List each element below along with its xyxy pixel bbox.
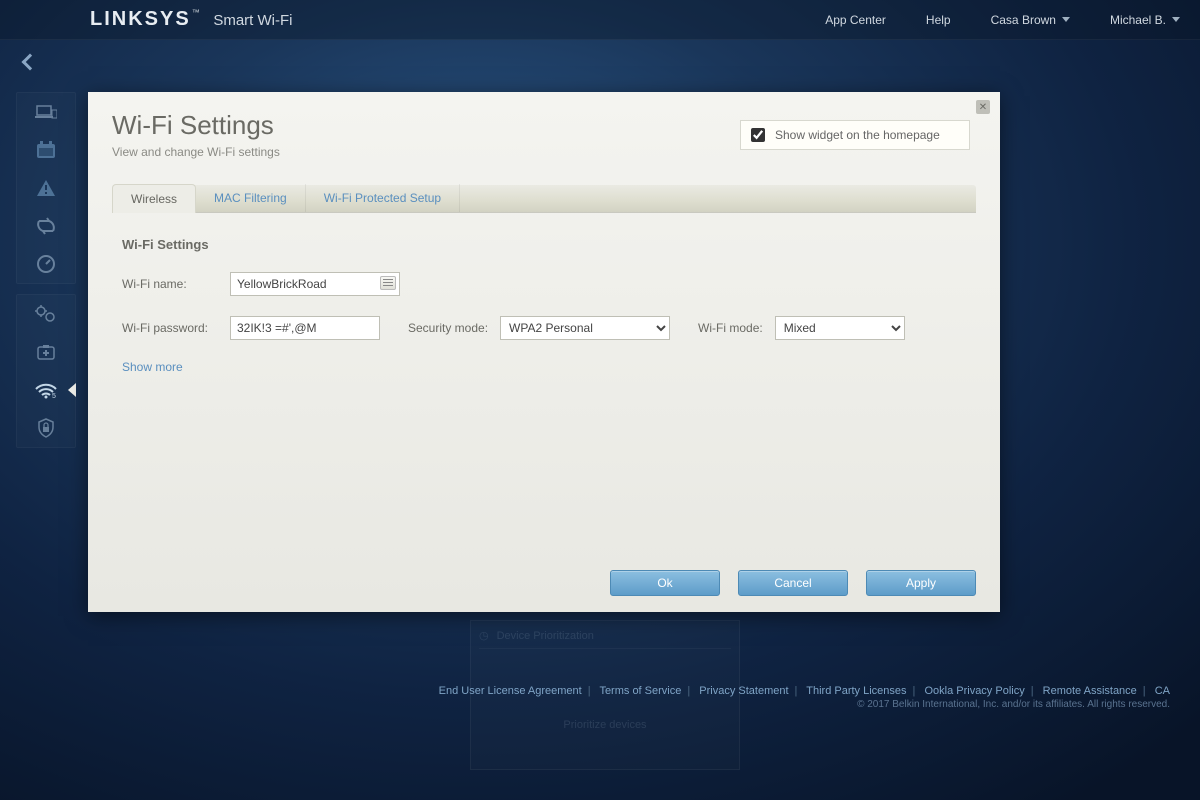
footer-copyright: © 2017 Belkin International, Inc. and/or… [0, 699, 1170, 710]
footer-ookla[interactable]: Ookla Privacy Policy [924, 685, 1024, 697]
footer-eula[interactable]: End User License Agreement [439, 685, 582, 697]
sidebar-item-alert[interactable] [17, 169, 75, 207]
sidebar-item-security[interactable] [17, 409, 75, 447]
back-chevron-icon[interactable] [22, 54, 39, 71]
show-more-link[interactable]: Show more [122, 360, 966, 374]
caret-down-icon [1172, 17, 1180, 22]
label-wifi-password: Wi-Fi password: [122, 321, 230, 335]
brand-logo: LINKSYS™ Smart Wi-Fi [90, 8, 292, 31]
wifi-mode-select[interactable]: Mixed [775, 316, 905, 340]
tab-row: Wireless MAC Filtering Wi-Fi Protected S… [112, 185, 976, 213]
footer-remote[interactable]: Remote Assistance [1043, 685, 1137, 697]
apply-button[interactable]: Apply [866, 570, 976, 596]
nav-location-label: Casa Brown [991, 13, 1056, 27]
close-icon[interactable]: ✕ [976, 100, 990, 114]
nav-user-dropdown[interactable]: Michael B. [1110, 13, 1180, 27]
ok-button[interactable]: Ok [610, 570, 720, 596]
sidebar-item-troubleshoot[interactable] [17, 333, 75, 371]
tab-wireless[interactable]: Wireless [112, 184, 196, 213]
sidebar-item-settings[interactable] [17, 295, 75, 333]
footer-third-party[interactable]: Third Party Licenses [806, 685, 906, 697]
wifi-name-input[interactable] [230, 272, 400, 296]
footer-privacy[interactable]: Privacy Statement [699, 685, 788, 697]
keyboard-icon[interactable] [380, 276, 396, 290]
show-widget-checkbox[interactable] [751, 128, 765, 142]
security-mode-select[interactable]: WPA2 Personal [500, 316, 670, 340]
nav-user-label: Michael B. [1110, 13, 1166, 27]
ghost-line: Prioritize devices [479, 719, 731, 731]
sidebar-item-calendar[interactable] [17, 131, 75, 169]
nav-help[interactable]: Help [926, 13, 951, 27]
button-row: Ok Cancel Apply [610, 570, 976, 596]
tab-wps[interactable]: Wi-Fi Protected Setup [306, 184, 460, 212]
ghost-title: Device Prioritization [497, 630, 594, 642]
footer-tos[interactable]: Terms of Service [599, 685, 681, 697]
brand-tm: ™ [192, 8, 200, 17]
wifi-password-input[interactable] [230, 316, 380, 340]
sidebar-item-speed[interactable] [17, 245, 75, 283]
label-security-mode: Security mode: [408, 321, 488, 335]
show-widget-label: Show widget on the homepage [775, 128, 940, 142]
svg-text:5: 5 [52, 393, 56, 399]
sidebar-item-wifi[interactable]: 5 [17, 371, 75, 409]
wifi-settings-modal: ✕ Wi-Fi Settings View and change Wi-Fi s… [88, 92, 1000, 612]
sidebar-item-device-list[interactable] [17, 93, 75, 131]
cancel-button[interactable]: Cancel [738, 570, 848, 596]
caret-down-icon [1062, 17, 1070, 22]
sidebar: 5 [16, 92, 76, 458]
footer: End User License Agreement| Terms of Ser… [0, 685, 1200, 710]
sidebar-item-sync[interactable] [17, 207, 75, 245]
show-widget-toggle[interactable]: Show widget on the homepage [740, 120, 970, 150]
label-wifi-mode: Wi-Fi mode: [698, 321, 763, 335]
brand-main-text: LINKSYS [90, 8, 191, 30]
wireless-form: Wi-Fi Settings Wi-Fi name: Wi-Fi passwor… [112, 213, 976, 384]
brand-subtitle: Smart Wi-Fi [213, 12, 292, 29]
back-row [0, 40, 1200, 84]
footer-ca[interactable]: CA [1155, 685, 1170, 697]
nav-location-dropdown[interactable]: Casa Brown [991, 13, 1070, 27]
topnav-right: App Center Help Casa Brown Michael B. [825, 13, 1180, 27]
form-section-header: Wi-Fi Settings [122, 237, 966, 252]
priority-icon: ◷ [479, 629, 489, 642]
tab-mac-filtering[interactable]: MAC Filtering [196, 184, 306, 212]
nav-app-center[interactable]: App Center [825, 13, 886, 27]
top-navbar: LINKSYS™ Smart Wi-Fi App Center Help Cas… [0, 0, 1200, 40]
label-wifi-name: Wi-Fi name: [122, 277, 230, 291]
